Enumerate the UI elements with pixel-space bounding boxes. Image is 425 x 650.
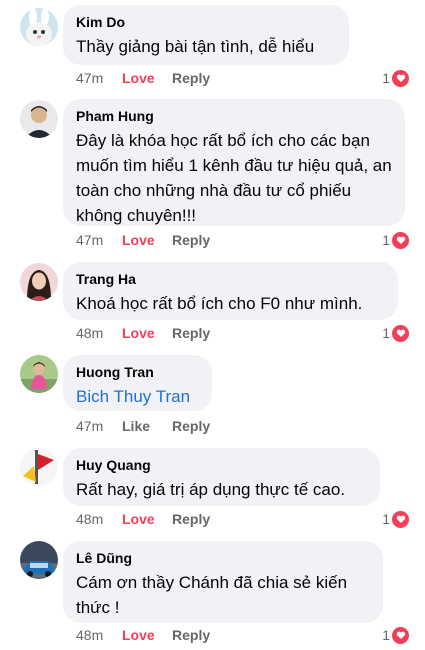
comment-text: Thầy giảng bài tận tình, dễ hiểu: [76, 37, 315, 56]
love-button[interactable]: Love: [122, 69, 172, 87]
love-button[interactable]: Love: [122, 231, 172, 249]
reaction-count[interactable]: 1: [382, 626, 409, 644]
comment-time[interactable]: 47m: [76, 417, 122, 435]
love-button[interactable]: Love: [122, 324, 172, 342]
heart-icon: [392, 324, 409, 342]
comment-author[interactable]: Huy Quang: [76, 456, 367, 474]
reaction-count[interactable]: 1: [382, 510, 409, 528]
avatar[interactable]: [20, 100, 58, 138]
love-button[interactable]: Love: [122, 626, 172, 644]
comment-actions: 47m Like Reply: [76, 417, 210, 435]
comment-text: Rất hay, giá trị áp dụng thực tế cao.: [76, 480, 346, 499]
comment-bubble: Kim Do Thầy giảng bài tận tình, dễ hiểu: [63, 5, 349, 65]
comment-author[interactable]: Kim Do: [76, 13, 336, 31]
comment-time[interactable]: 47m: [76, 69, 122, 87]
comment-actions: 47m Love Reply: [76, 69, 210, 87]
reaction-count[interactable]: 1: [382, 69, 409, 87]
heart-icon: [392, 510, 409, 528]
reaction-count-number: 1: [382, 232, 390, 248]
reaction-count-number: 1: [382, 70, 390, 86]
comment-author[interactable]: Lê Dũng: [76, 549, 370, 567]
comment-actions: 48m Love Reply: [76, 324, 210, 342]
reaction-count-number: 1: [382, 627, 390, 643]
heart-icon: [392, 626, 409, 644]
comment-bubble: Lê Dũng Cám ơn thầy Chánh đã chia sẻ kiế…: [63, 541, 383, 623]
comment-actions: 47m Love Reply: [76, 231, 210, 249]
love-button[interactable]: Love: [122, 510, 172, 528]
reaction-count-number: 1: [382, 325, 390, 341]
reaction-count[interactable]: 1: [382, 231, 409, 249]
comment-text: Cám ơn thầy Chánh đã chia sẻ kiến thức !: [76, 573, 348, 617]
like-button[interactable]: Like: [122, 417, 172, 435]
avatar[interactable]: [20, 8, 58, 46]
comment-time[interactable]: 47m: [76, 231, 122, 249]
avatar[interactable]: [20, 263, 58, 301]
comment-bubble: Huy Quang Rất hay, giá trị áp dụng thực …: [63, 448, 380, 506]
avatar[interactable]: [20, 355, 58, 393]
comment-bubble: Trang Ha Khoá học rất bổ ích cho F0 như …: [63, 262, 398, 320]
comment-actions: 48m Love Reply: [76, 510, 210, 528]
avatar[interactable]: [20, 448, 58, 486]
heart-icon: [392, 69, 409, 87]
reply-button[interactable]: Reply: [172, 510, 210, 528]
comment-time[interactable]: 48m: [76, 324, 122, 342]
reply-button[interactable]: Reply: [172, 231, 210, 249]
comment-bubble: Huong Tran Bich Thuy Tran: [63, 355, 212, 411]
mention-link[interactable]: Bich Thuy Tran: [76, 384, 199, 409]
reaction-count[interactable]: 1: [382, 324, 409, 342]
reaction-count-number: 1: [382, 511, 390, 527]
heart-icon: [392, 231, 409, 249]
avatar[interactable]: [20, 541, 58, 579]
comment-actions: 48m Love Reply: [76, 626, 210, 644]
comment-bubble: Pham Hung Đây là khóa học rất bổ ích cho…: [63, 99, 405, 226]
comment-author[interactable]: Huong Tran: [76, 363, 199, 381]
comment-text: Khoá học rất bổ ích cho F0 như mình.: [76, 294, 363, 313]
reply-button[interactable]: Reply: [172, 417, 210, 435]
reply-button[interactable]: Reply: [172, 324, 210, 342]
reply-button[interactable]: Reply: [172, 69, 210, 87]
reply-button[interactable]: Reply: [172, 626, 210, 644]
comment-author[interactable]: Trang Ha: [76, 270, 385, 288]
comment-author[interactable]: Pham Hung: [76, 107, 392, 125]
comment-time[interactable]: 48m: [76, 626, 122, 644]
comment-time[interactable]: 48m: [76, 510, 122, 528]
comment-text: Đây là khóa học rất bổ ích cho các bạn m…: [76, 131, 392, 225]
